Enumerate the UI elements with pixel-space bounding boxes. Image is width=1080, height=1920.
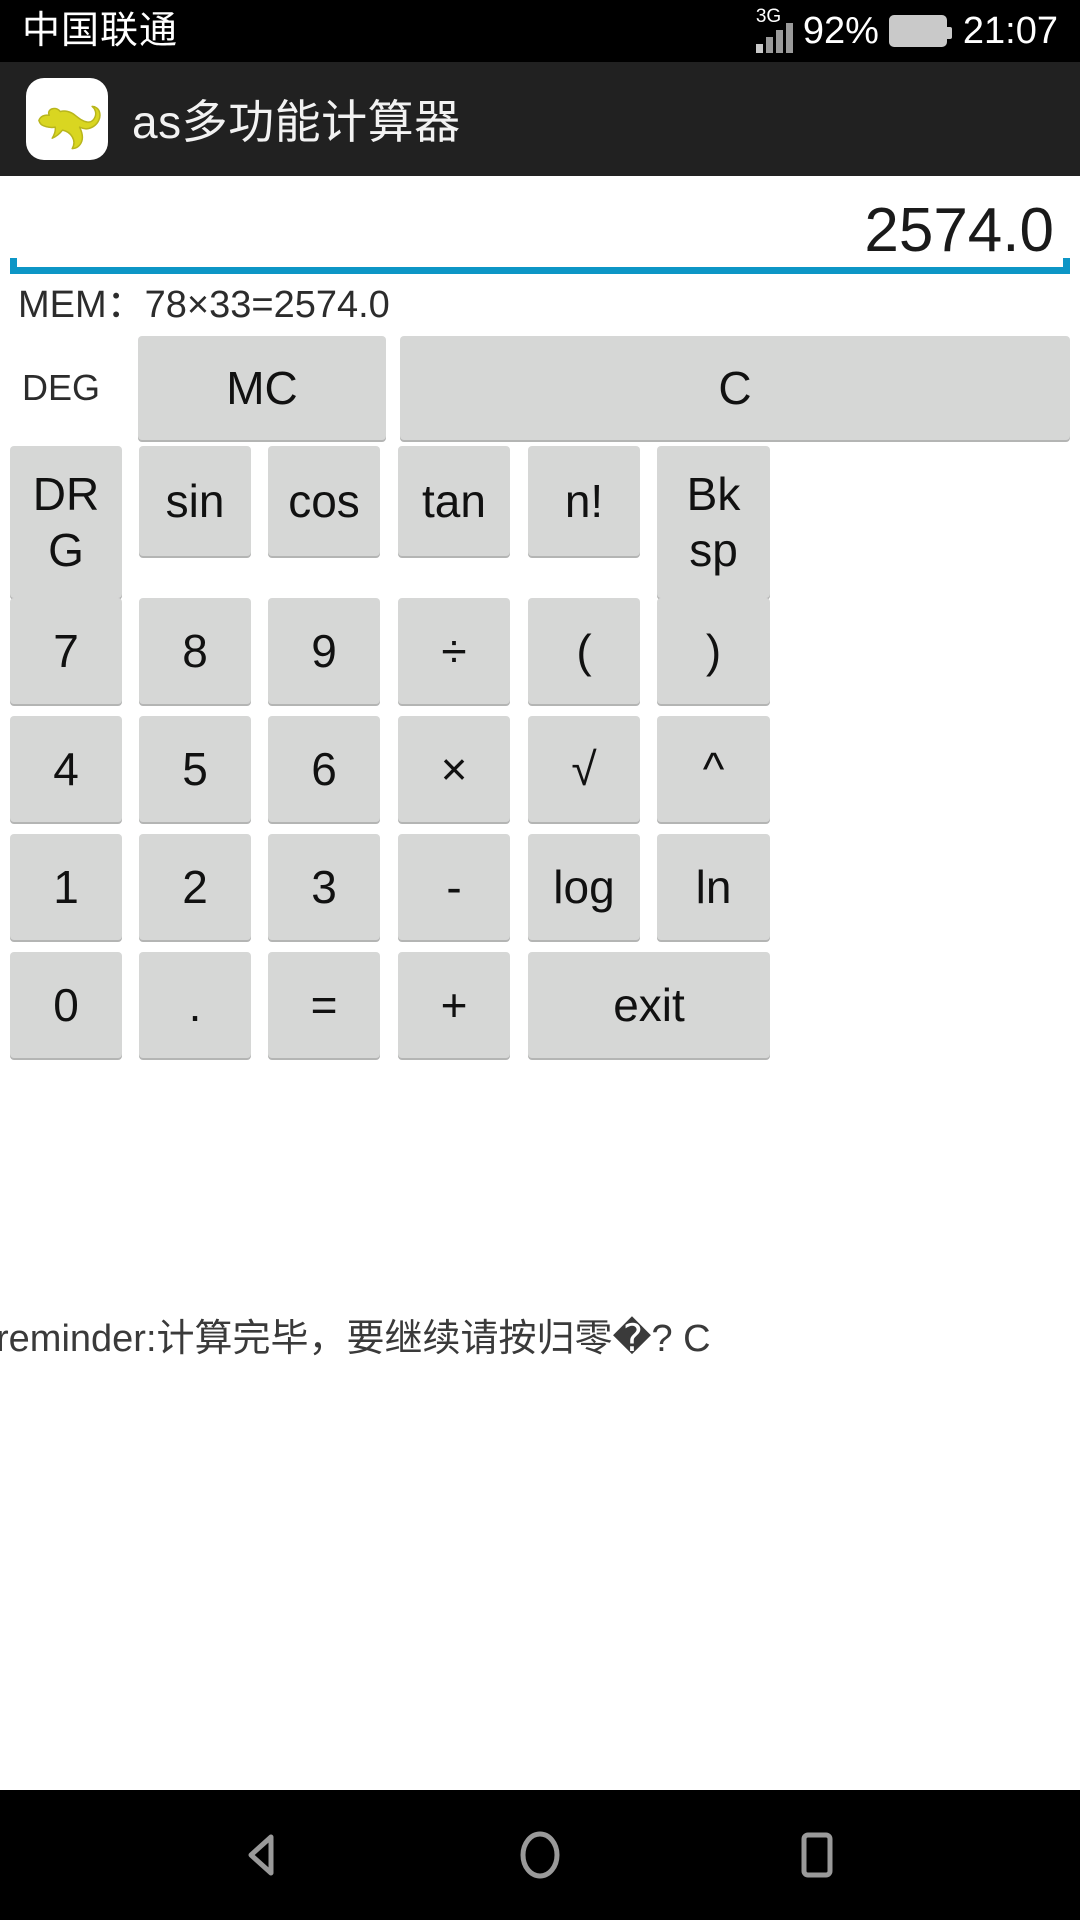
recents-icon[interactable] <box>786 1824 848 1886</box>
key-clear[interactable]: C <box>400 336 1070 440</box>
display-value: 2574.0 <box>864 196 1054 265</box>
key-backspace-line1: Bk <box>686 468 741 520</box>
key-exit[interactable]: exit <box>528 952 770 1058</box>
clock-label: 21:07 <box>962 10 1058 52</box>
key-decimal-point[interactable]: . <box>139 952 251 1058</box>
key-power[interactable]: ^ <box>657 716 770 822</box>
carrier-label: 中国联通 <box>22 10 179 52</box>
key-three[interactable]: 3 <box>268 834 380 940</box>
key-sin[interactable]: sin <box>139 446 251 556</box>
phone-screen: 中国联通 3G 92% 21:07 as多功能计算器 2574.0 MEM：78… <box>0 0 1080 1920</box>
status-bar: 中国联通 3G 92% 21:07 <box>0 0 1080 62</box>
key-log[interactable]: log <box>528 834 640 940</box>
key-tan[interactable]: tan <box>398 446 510 556</box>
key-close-paren[interactable]: ) <box>657 598 770 704</box>
keypad-row-123: 1 2 3 - log ln <box>0 834 1080 952</box>
key-one[interactable]: 1 <box>10 834 122 940</box>
home-icon[interactable] <box>509 1824 571 1886</box>
key-open-paren[interactable]: ( <box>528 598 640 704</box>
key-zero[interactable]: 0 <box>10 952 122 1058</box>
signal-bars-icon: 3G <box>755 6 793 53</box>
keypad: DEG MC C DR G sin cos tan n! Bk sp 7 8 9 ÷… <box>0 330 1080 1070</box>
key-memory-clear[interactable]: MC <box>138 336 386 440</box>
key-eight[interactable]: 8 <box>139 598 251 704</box>
reminder-text: reminder:计算完毕，要继续请按归零�? C <box>0 1318 711 1360</box>
angle-mode-label: DEG <box>22 367 101 408</box>
key-backspace-line2: sp <box>689 524 738 576</box>
key-backspace[interactable]: Bk sp <box>657 446 770 598</box>
status-bar-right: 3G 92% 21:07 <box>755 0 1058 62</box>
signal-bars-glyph <box>755 23 793 53</box>
battery-percent-label: 92% <box>802 10 879 52</box>
display-input[interactable]: 2574.0 <box>10 176 1070 274</box>
key-seven[interactable]: 7 <box>10 598 122 704</box>
key-minus[interactable]: - <box>398 834 510 940</box>
key-factorial[interactable]: n! <box>528 446 640 556</box>
navigation-bar <box>0 1790 1080 1920</box>
keypad-row-functions: DR G sin cos tan n! Bk sp <box>0 446 1080 598</box>
keypad-row-memory: DEG MC C <box>0 330 1080 446</box>
keypad-row-zero: 0 . = + exit <box>0 952 1080 1070</box>
key-cos[interactable]: cos <box>268 446 380 556</box>
key-six[interactable]: 6 <box>268 716 380 822</box>
key-plus[interactable]: + <box>398 952 510 1058</box>
key-four[interactable]: 4 <box>10 716 122 822</box>
app-bar: as多功能计算器 <box>0 62 1080 176</box>
key-two[interactable]: 2 <box>139 834 251 940</box>
key-drg-line1: DR <box>32 468 100 520</box>
puma-app-icon <box>26 78 108 160</box>
key-sqrt[interactable]: √ <box>528 716 640 822</box>
key-divide[interactable]: ÷ <box>398 598 510 704</box>
key-five[interactable]: 5 <box>139 716 251 822</box>
keypad-row-789: 7 8 9 ÷ ( ) <box>0 598 1080 716</box>
key-drg-line2: G <box>48 524 84 576</box>
memory-line: MEM：78×33=2574.0 <box>18 284 390 326</box>
battery-icon <box>888 15 952 47</box>
app-title: as多功能计算器 <box>132 96 461 148</box>
key-ln[interactable]: ln <box>657 834 770 940</box>
key-multiply[interactable]: × <box>398 716 510 822</box>
key-nine[interactable]: 9 <box>268 598 380 704</box>
key-drg[interactable]: DR G <box>10 446 122 598</box>
key-equals[interactable]: = <box>268 952 380 1058</box>
back-icon[interactable] <box>232 1824 294 1886</box>
keypad-row-456: 4 5 6 × √ ^ <box>0 716 1080 834</box>
network-type-label: 3G <box>755 6 782 27</box>
